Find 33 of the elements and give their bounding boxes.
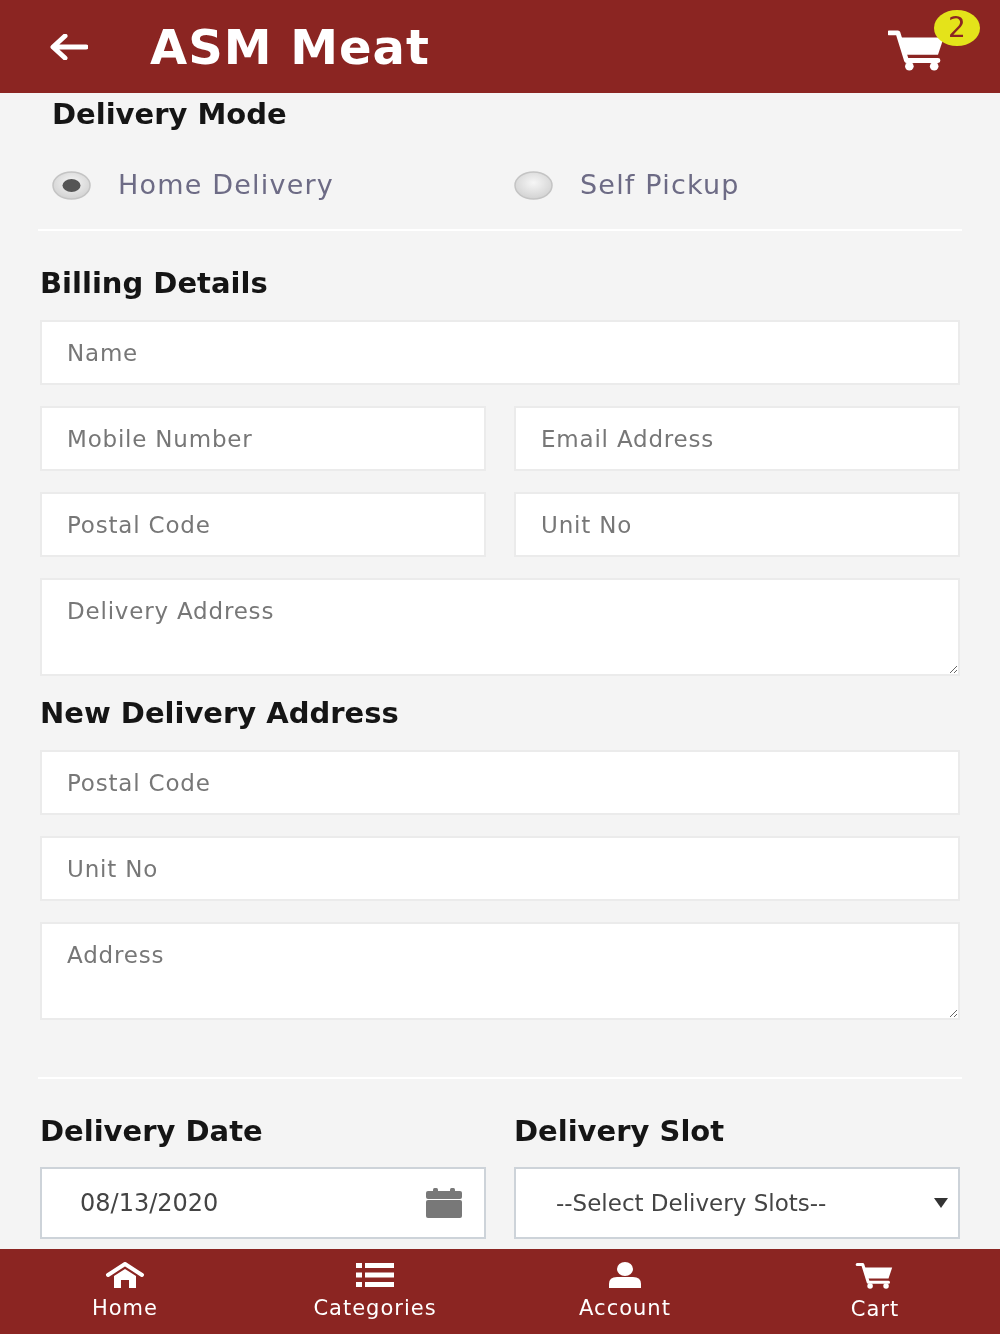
field-label: Delivery Slot: [514, 1113, 726, 1150]
input-field[interactable]: Email Address: [514, 406, 960, 471]
caret-icon: [934, 1198, 948, 1208]
input-field[interactable]: Unit No: [514, 492, 960, 557]
input-field[interactable]: Mobile Number: [40, 406, 486, 471]
slot-dropdown[interactable]: --Select Delivery Slots--: [514, 1167, 960, 1239]
section-heading: Delivery Mode: [52, 96, 288, 133]
cart-icon: [855, 1262, 895, 1289]
input-field[interactable]: Postal Code: [40, 492, 486, 557]
radio-label[interactable]: Self Pickup: [580, 165, 740, 205]
input-field[interactable]: Postal Code: [40, 750, 960, 815]
nav-button[interactable]: Categories: [250, 1249, 500, 1334]
text-area[interactable]: Address: [40, 922, 960, 1020]
radio-label[interactable]: Home Delivery: [118, 165, 334, 205]
home-icon: [105, 1262, 145, 1288]
nav-button[interactable]: Account: [500, 1249, 750, 1334]
field-label: Delivery Date: [40, 1113, 264, 1150]
app-title: ASM Meat: [150, 18, 430, 75]
text-area[interactable]: Delivery Address: [40, 578, 960, 676]
radio-button[interactable]: [52, 170, 91, 200]
input-field[interactable]: Name: [40, 320, 960, 385]
date-field[interactable]: 08/13/2020: [40, 1167, 486, 1239]
person-icon: [608, 1262, 642, 1288]
calendar-icon[interactable]: [426, 1188, 462, 1218]
list-icon: [356, 1262, 394, 1288]
section-heading: New Delivery Address: [40, 695, 400, 732]
left-arrow-icon[interactable]: [50, 33, 88, 60]
radio-button[interactable]: [514, 170, 553, 200]
cart-count-badge: 2: [934, 9, 980, 46]
input-field[interactable]: Unit No: [40, 836, 960, 901]
section-heading: Billing Details: [40, 265, 269, 302]
nav-button[interactable]: Cart: [750, 1249, 1000, 1334]
nav-button[interactable]: Home: [0, 1249, 250, 1334]
